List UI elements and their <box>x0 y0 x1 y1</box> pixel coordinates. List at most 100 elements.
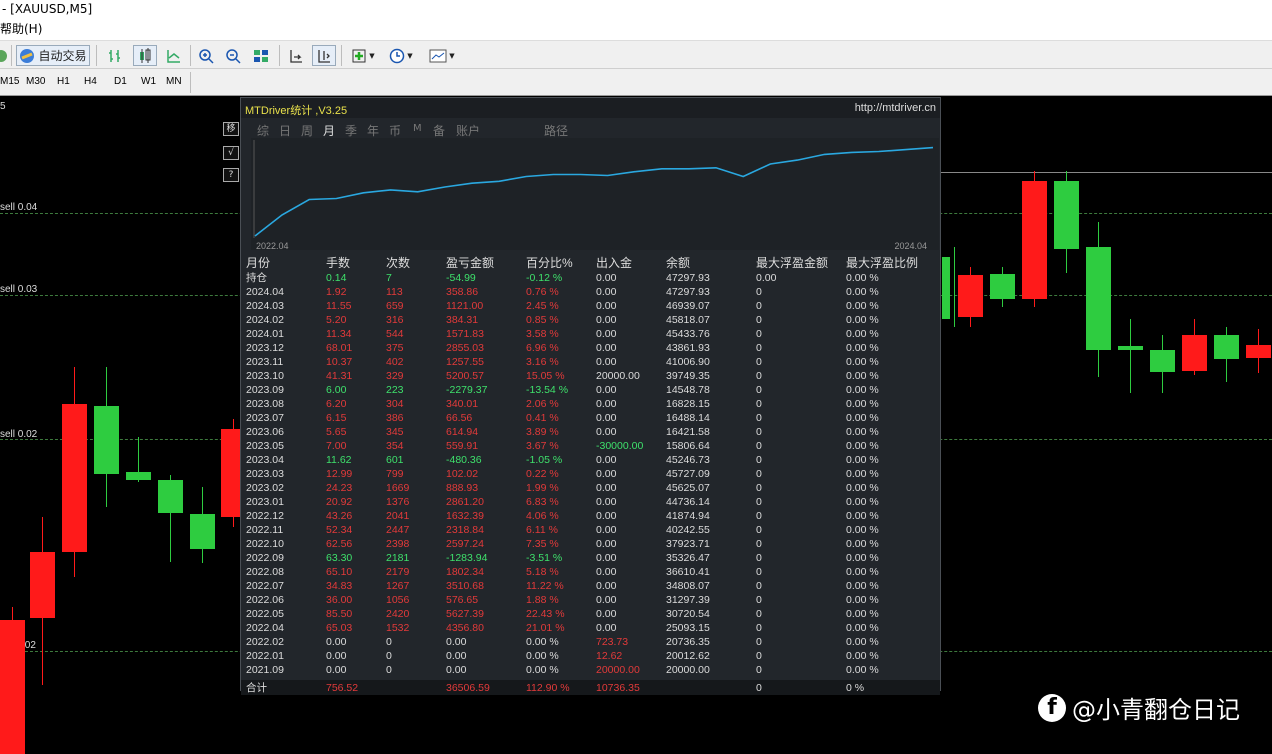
table-cell: 0.00 % <box>846 580 879 592</box>
tab-magic[interactable]: M <box>413 123 422 134</box>
order-level-label: sell 0.02 <box>0 429 38 440</box>
table-cell: 0 <box>386 636 392 648</box>
table-cell: 329 <box>386 370 404 382</box>
table-cell: 12.62 <box>596 650 623 662</box>
table-cell: 0.00 <box>596 426 617 438</box>
panel-url-link[interactable]: http://mtdriver.cn <box>855 102 936 114</box>
candle-body <box>1022 181 1047 299</box>
table-cell: 0.00 <box>596 622 617 634</box>
line-chart-icon[interactable] <box>163 45 185 66</box>
zoom-out-icon[interactable] <box>222 45 244 66</box>
auto-trade-button[interactable]: 自动交易 <box>16 45 90 66</box>
tab-month[interactable]: 月 <box>323 122 335 139</box>
table-cell: 0.00 <box>596 398 617 410</box>
table-cell: 20736.35 <box>666 636 710 648</box>
table-cell: 41.31 <box>326 370 353 382</box>
table-cell: 0.00 <box>596 608 617 620</box>
table-cell: 0 <box>756 510 762 522</box>
table-cell: 0.00 % <box>526 664 559 676</box>
table-cell: 0.00 % <box>846 412 879 424</box>
table-row: 2022.02 0.00 0 0.00 0.00 % 723.73 20736.35 0 0.0… <box>241 635 940 649</box>
table-cell: 0 <box>756 398 762 410</box>
table-cell: 0.00 <box>326 650 347 662</box>
tab-note[interactable]: 备 <box>433 122 445 139</box>
table-cell: 最大浮盈金额 <box>756 256 829 270</box>
tab-currency[interactable]: 币 <box>389 122 401 139</box>
check-button[interactable]: √ <box>223 146 239 160</box>
auto-scroll-icon[interactable] <box>312 45 336 66</box>
toolbar-separator <box>11 45 12 66</box>
table-cell: 16488.14 <box>666 412 710 424</box>
table-cell: 0.00 <box>596 454 617 466</box>
table-cell: 39749.35 <box>666 370 710 382</box>
tab-year[interactable]: 年 <box>367 122 379 139</box>
table-cell: 756.52 <box>326 682 359 694</box>
table-cell: 47297.93 <box>666 286 710 298</box>
table-row: 2022.10 62.56 2398 2597.24 7.35 % 0.00 37923.7… <box>241 537 940 551</box>
table-row: 2023.04 11.62 601 -480.36 -1.05 % 0.00 45246.7… <box>241 453 940 467</box>
table-row: 2022.08 65.10 2179 1802.34 5.18 % 0.00 36610.4… <box>241 565 940 579</box>
table-cell: 0.00 <box>756 272 777 284</box>
timeframe-h4[interactable]: H4 <box>84 76 97 87</box>
table-cell: 0.00 <box>596 272 617 284</box>
help-button[interactable]: ? <box>223 168 239 182</box>
indicators-icon[interactable]: ▼ <box>347 45 379 66</box>
table-cell: 24.23 <box>326 482 353 494</box>
menu-help[interactable]: 帮助(H) <box>0 19 42 40</box>
timeframe-m30[interactable]: M30 <box>26 76 45 87</box>
zoom-in-icon[interactable] <box>195 45 217 66</box>
table-cell: 0.00 % <box>846 272 879 284</box>
table-row: 2023.07 6.15 386 66.56 0.41 % 0.00 16488.14 0 0.… <box>241 411 940 425</box>
table-cell: 63.30 <box>326 552 353 564</box>
table-row: 2024.02 5.20 316 384.31 0.85 % 0.00 45818.07 0 0… <box>241 313 940 327</box>
candlestick-chart-icon[interactable] <box>133 45 157 66</box>
tab-account[interactable]: 账户 <box>456 122 480 139</box>
table-cell: 0 <box>756 426 762 438</box>
table-row: 2023.03 12.99 799 102.02 0.22 % 0.00 45727.09 0… <box>241 467 940 481</box>
table-cell: 7.35 % <box>526 538 559 550</box>
table-cell: 66.56 <box>446 412 473 424</box>
table-row: 2024.01 11.34 544 1571.83 3.58 % 0.00 45433.76… <box>241 327 940 341</box>
table-cell: 223 <box>386 384 404 396</box>
tab-quarter[interactable]: 季 <box>345 122 357 139</box>
periods-icon[interactable]: ▼ <box>385 45 417 66</box>
templates-icon[interactable]: ▼ <box>424 45 460 66</box>
table-cell: 2022.01 <box>246 650 284 662</box>
bar-chart-icon[interactable] <box>104 45 126 66</box>
table-cell: 0 <box>756 440 762 452</box>
table-cell: 0 <box>756 286 762 298</box>
table-cell: 358.86 <box>446 286 479 298</box>
table-cell: 0.00 % <box>846 552 879 564</box>
table-cell: 0.00 <box>596 496 617 508</box>
table-cell: 2420 <box>386 608 410 620</box>
table-cell: 0.00 <box>596 328 617 340</box>
table-cell: 0 <box>756 552 762 564</box>
tab-overview[interactable]: 综 <box>257 122 269 139</box>
tab-path[interactable]: 路径 <box>544 122 568 139</box>
table-cell: 2.06 % <box>526 398 559 410</box>
timeframe-m15[interactable]: M15 <box>0 76 19 87</box>
window-title-bar: - [XAUUSD,M5] <box>0 0 1272 19</box>
tile-windows-icon[interactable] <box>250 45 272 66</box>
tab-day[interactable]: 日 <box>279 122 291 139</box>
candle-body <box>1182 335 1207 371</box>
chart-shift-icon[interactable] <box>285 45 307 66</box>
table-cell: 2022.04 <box>246 622 284 634</box>
table-header: 月份 手数 次数 盈亏金额 百分比% 出入金 余额 最大浮盈金额 最大浮盈比例 <box>241 256 940 270</box>
table-cell: 3510.68 <box>446 580 484 592</box>
table-cell: 0 <box>756 300 762 312</box>
table-cell: 1121.00 <box>446 300 484 312</box>
table-cell: 4356.80 <box>446 622 484 634</box>
timeframe-w1[interactable]: W1 <box>141 76 156 87</box>
chevron-down-icon: ▼ <box>449 51 455 60</box>
connect-icon[interactable] <box>0 45 8 66</box>
table-cell: 6.11 % <box>526 524 558 536</box>
table-cell: 4.06 % <box>526 510 559 522</box>
table-cell: -1.05 % <box>526 454 563 466</box>
table-cell: 43.26 <box>326 510 353 522</box>
timeframe-d1[interactable]: D1 <box>114 76 127 87</box>
timeframe-mn[interactable]: MN <box>166 76 182 87</box>
timeframe-h1[interactable]: H1 <box>57 76 70 87</box>
move-button[interactable]: 移 <box>223 122 239 136</box>
tab-week[interactable]: 周 <box>301 122 313 139</box>
